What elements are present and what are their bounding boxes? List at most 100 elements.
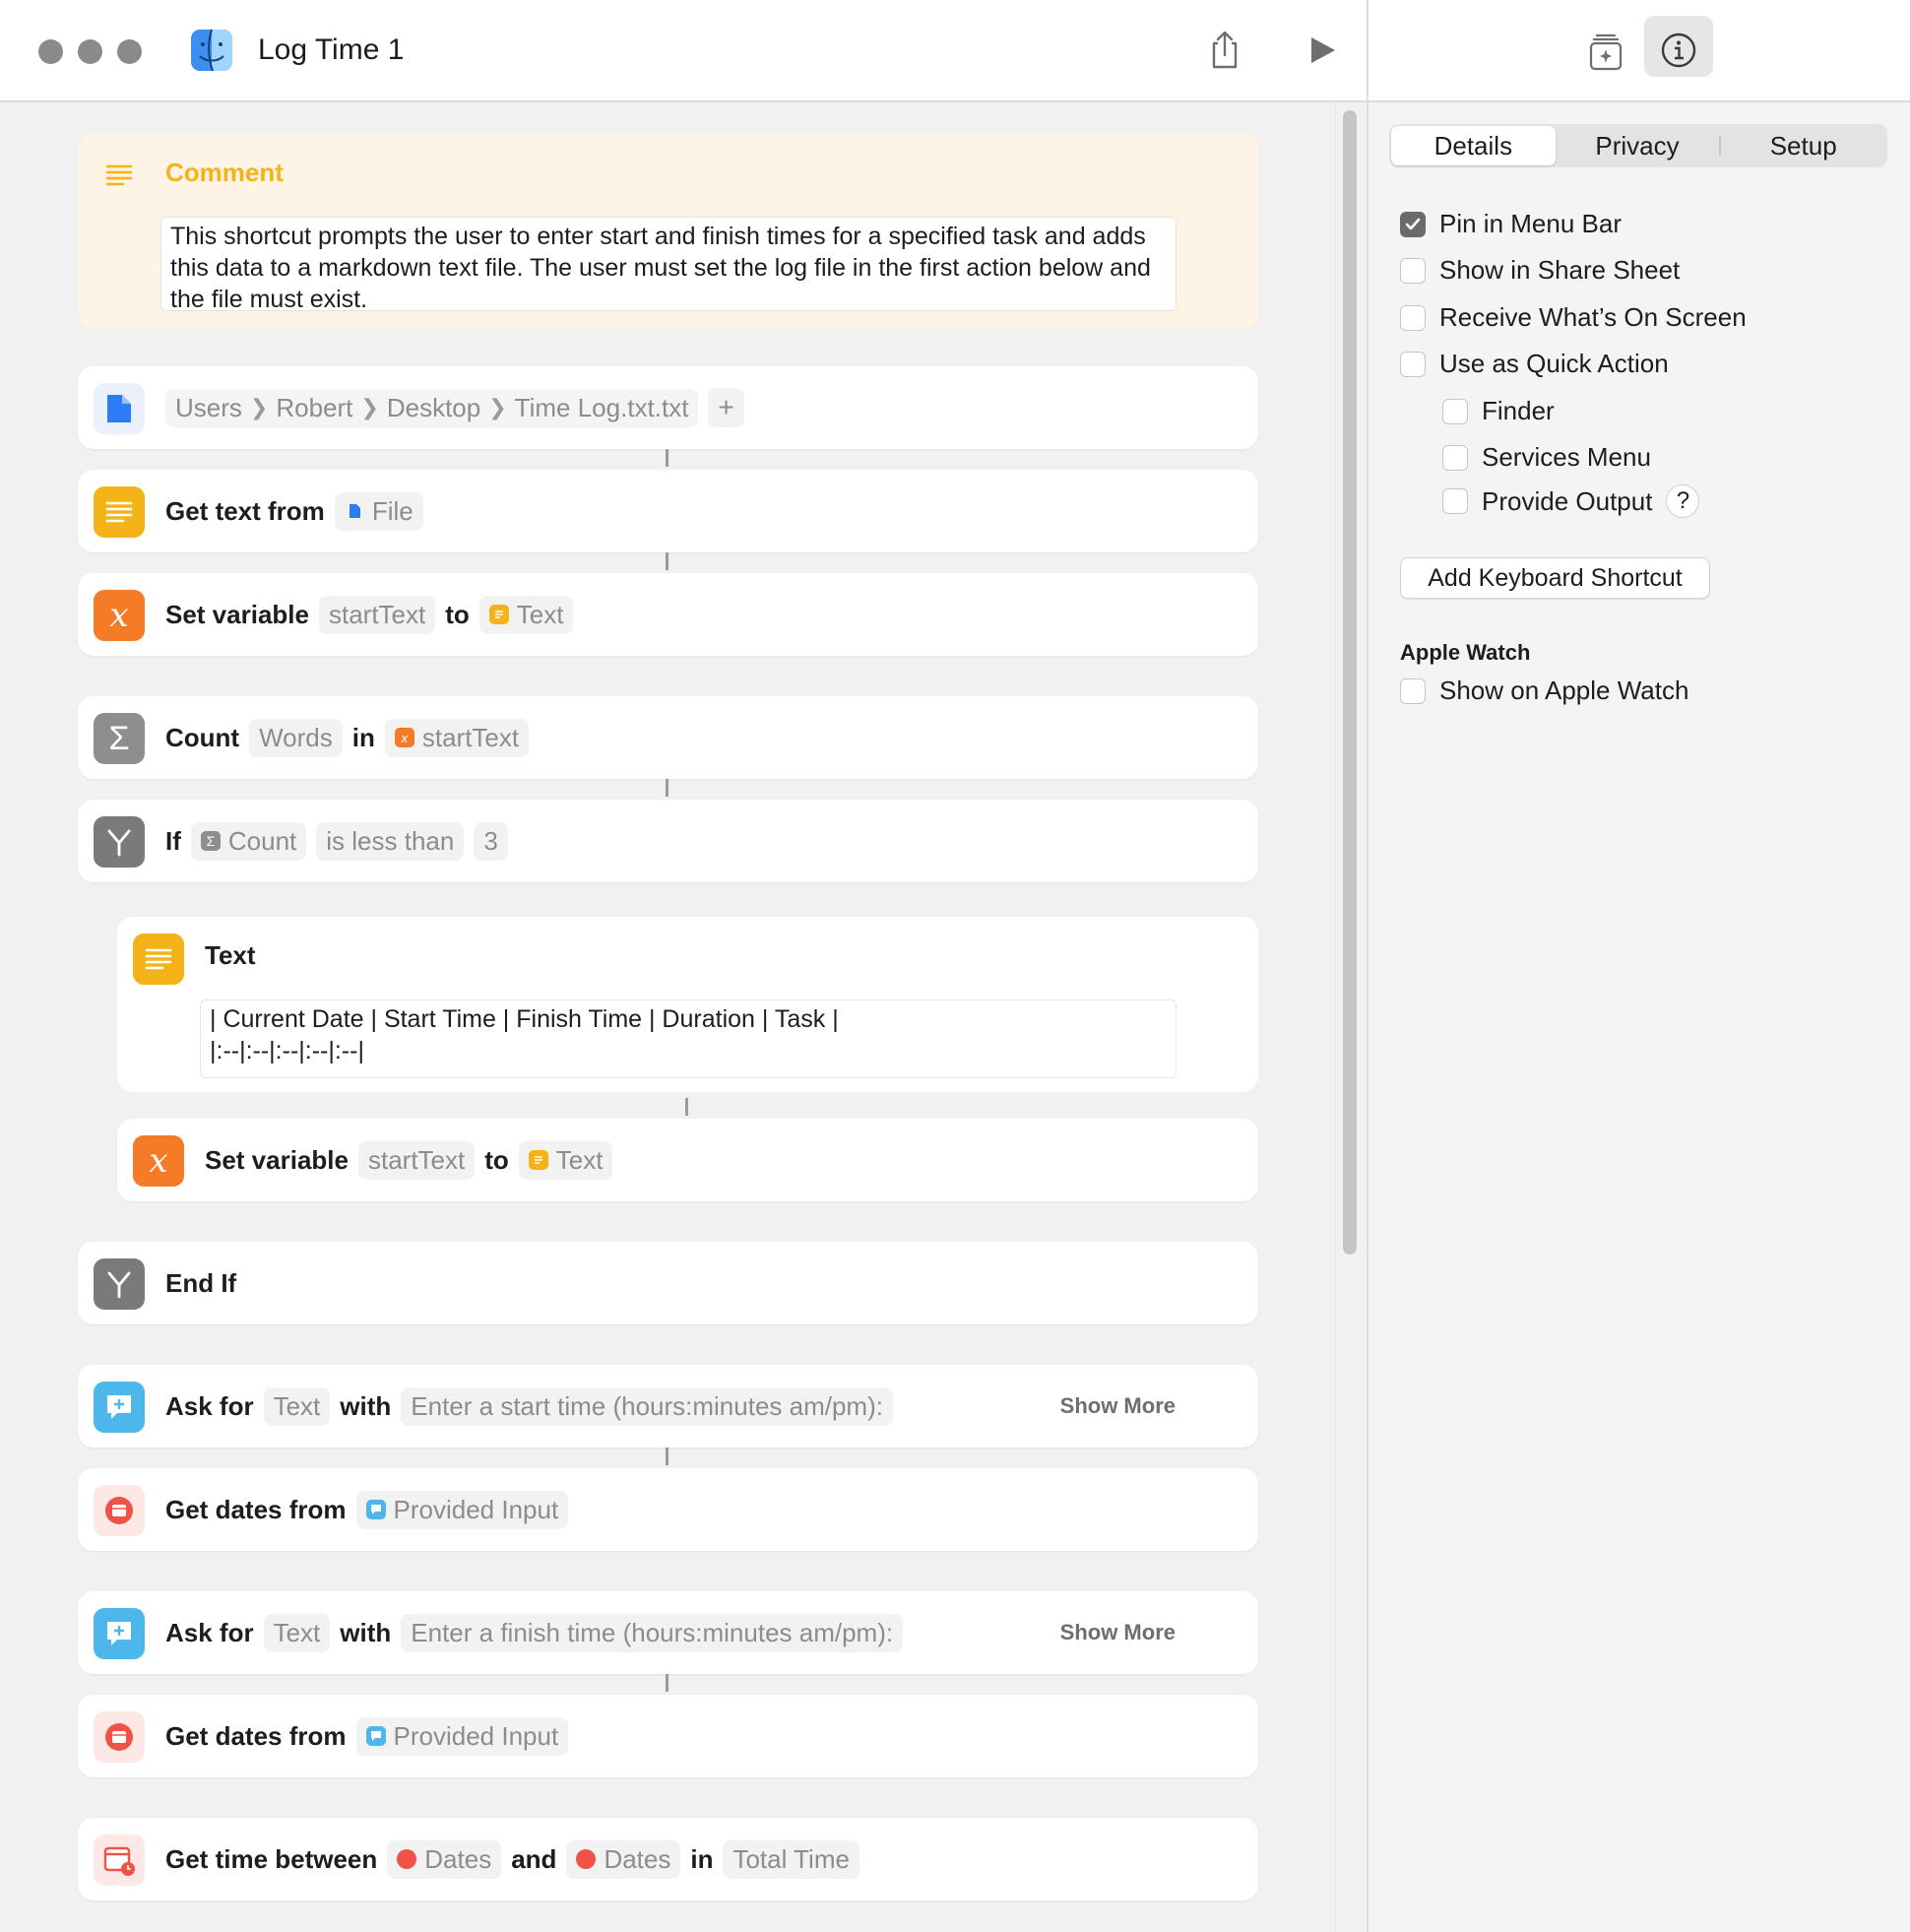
help-button[interactable]: ? — [1666, 484, 1700, 518]
provide-output-option[interactable]: Provide Output ? — [1442, 484, 1700, 518]
set-variable-action[interactable]: x Set variable startText to Text — [78, 573, 1258, 656]
file-action-icon-wrap — [94, 383, 145, 434]
count-action[interactable]: Σ Count Words in x startText — [78, 696, 1258, 779]
prompt-token[interactable]: Enter a start time (hours:minutes am/pm)… — [401, 1386, 893, 1426]
if-keyword: If — [165, 825, 181, 856]
scrollbar-thumb[interactable] — [1343, 110, 1357, 1255]
prompt-token[interactable]: Enter a finish time (hours:minutes am/pm… — [401, 1613, 904, 1652]
minimize-window-button[interactable] — [78, 39, 102, 64]
finder-checkbox[interactable] — [1442, 398, 1468, 424]
services-menu-checkbox[interactable] — [1442, 444, 1468, 471]
provided-input-token[interactable]: Provided Input — [355, 1490, 569, 1529]
checkmark-icon — [1405, 218, 1421, 229]
condition-token[interactable]: is less than — [316, 821, 465, 861]
sidebar-toolbar — [1369, 0, 1910, 102]
tab-details[interactable]: Details — [1391, 126, 1556, 165]
calendar-icon — [576, 1849, 597, 1869]
variable-name-token[interactable]: startText — [357, 1140, 476, 1180]
flow-connector — [666, 449, 668, 467]
show-more-button[interactable]: Show More — [1060, 1591, 1176, 1674]
count-unit-token[interactable]: Words — [249, 718, 343, 757]
variable-action-icon-wrap: x — [133, 1135, 184, 1187]
start-text-token[interactable]: x startText — [384, 718, 530, 757]
quick-action-option[interactable]: Use as Quick Action — [1400, 349, 1669, 379]
comment-label: Comment — [165, 158, 284, 187]
get-dates-finish-action[interactable]: Get dates from Provided Input — [78, 1695, 1258, 1777]
set-variable-action-nested[interactable]: x Set variable startText to Text — [117, 1119, 1258, 1201]
tab-privacy[interactable]: Privacy — [1556, 126, 1720, 165]
variable-name-token[interactable]: startText — [318, 595, 436, 634]
on-screen-checkbox[interactable] — [1400, 304, 1426, 331]
document-icon — [345, 501, 364, 521]
chevron-right-icon: ❯ — [249, 395, 269, 419]
crumb-robert: Robert — [276, 392, 353, 422]
quick-action-label: Use as Quick Action — [1439, 349, 1669, 378]
provided-input-token[interactable]: Provided Input — [355, 1716, 569, 1756]
count-token[interactable]: Σ Count — [190, 821, 307, 861]
dates-token-1[interactable]: Dates — [387, 1839, 502, 1879]
apple-watch-option[interactable]: Show on Apple Watch — [1400, 676, 1688, 706]
sigma-icon: Σ — [200, 831, 221, 851]
on-screen-label: Receive What’s On Screen — [1439, 302, 1747, 332]
if-action[interactable]: If Σ Count is less than 3 — [78, 800, 1258, 882]
to-keyword: to — [484, 1144, 509, 1175]
show-more-button[interactable]: Show More — [1060, 1365, 1176, 1448]
get-dates-start-action[interactable]: Get dates from Provided Input — [78, 1468, 1258, 1551]
document-icon — [107, 395, 131, 422]
pin-menu-bar-option[interactable]: Pin in Menu Bar — [1400, 209, 1622, 239]
text-token[interactable]: Text — [518, 1140, 613, 1180]
time-between-action[interactable]: Get time between Dates and Dates in Tota… — [78, 1818, 1258, 1900]
file-path-breadcrumb[interactable]: Users ❯ Robert ❯ Desktop ❯ Time Log.txt.… — [165, 388, 699, 427]
file-action[interactable]: Users ❯ Robert ❯ Desktop ❯ Time Log.txt.… — [78, 366, 1258, 449]
input-type-token[interactable]: Text — [263, 1386, 331, 1426]
on-screen-option[interactable]: Receive What’s On Screen — [1400, 302, 1747, 333]
dates-token-2[interactable]: Dates — [566, 1839, 681, 1879]
close-window-button[interactable] — [38, 39, 63, 64]
get-text-keyword: Get text from — [165, 495, 325, 526]
apple-watch-checkbox[interactable] — [1400, 677, 1426, 704]
text-action[interactable]: Text | Current Date | Start Time | Finis… — [117, 917, 1258, 1092]
share-sheet-checkbox[interactable] — [1400, 257, 1426, 284]
condition-value-token[interactable]: 3 — [474, 821, 508, 861]
action-library-icon[interactable] — [1583, 30, 1628, 75]
flow-connector — [666, 779, 668, 797]
zoom-window-button[interactable] — [117, 39, 142, 64]
finder-option[interactable]: Finder — [1442, 396, 1555, 426]
variable-x-icon: x — [149, 1141, 168, 1181]
tab-setup[interactable]: Setup — [1721, 126, 1885, 165]
ask-start-action[interactable]: Ask for Text with Enter a start time (ho… — [78, 1365, 1258, 1448]
end-if-keyword: End If — [165, 1267, 237, 1298]
text-token[interactable]: Text — [478, 595, 574, 634]
and-keyword: and — [511, 1843, 557, 1874]
provide-output-label: Provide Output — [1482, 485, 1653, 516]
comment-action[interactable]: Comment This shortcut prompts the user t… — [78, 134, 1258, 329]
input-type-token[interactable]: Text — [263, 1613, 331, 1652]
play-icon[interactable] — [1300, 28, 1345, 73]
share-icon[interactable] — [1202, 28, 1247, 73]
variable-x-icon: x — [394, 728, 414, 747]
provide-output-checkbox[interactable] — [1442, 488, 1468, 514]
branch-icon — [107, 829, 131, 857]
end-if-action[interactable]: End If — [78, 1242, 1258, 1324]
crumb-file: Time Log.txt.txt — [514, 392, 689, 422]
get-text-action[interactable]: Get text from File — [78, 470, 1258, 552]
text-content[interactable]: | Current Date | Start Time | Finish Tim… — [200, 999, 1177, 1078]
calendar-icon — [105, 1723, 133, 1751]
share-sheet-label: Show in Share Sheet — [1439, 255, 1681, 285]
add-keyboard-shortcut-button[interactable]: Add Keyboard Shortcut — [1400, 557, 1710, 599]
pin-menu-bar-checkbox[interactable] — [1400, 211, 1426, 237]
time-unit-token[interactable]: Total Time — [723, 1839, 860, 1879]
quick-action-checkbox[interactable] — [1400, 351, 1426, 377]
info-icon — [1661, 32, 1696, 68]
comment-text[interactable]: This shortcut prompts the user to enter … — [160, 217, 1177, 313]
finder-label: Finder — [1482, 396, 1555, 425]
in-keyword: in — [351, 722, 375, 752]
ask-finish-action[interactable]: Ask for Text with Enter a finish time (h… — [78, 1591, 1258, 1674]
share-sheet-option[interactable]: Show in Share Sheet — [1400, 255, 1680, 286]
services-menu-option[interactable]: Services Menu — [1442, 442, 1651, 473]
shortcut-editor: Comment This shortcut prompts the user t… — [0, 102, 1367, 1932]
file-token[interactable]: File — [334, 491, 423, 531]
flow-connector — [666, 1674, 668, 1692]
plus-icon[interactable]: + — [708, 388, 744, 427]
crumb-users: Users — [175, 392, 242, 422]
